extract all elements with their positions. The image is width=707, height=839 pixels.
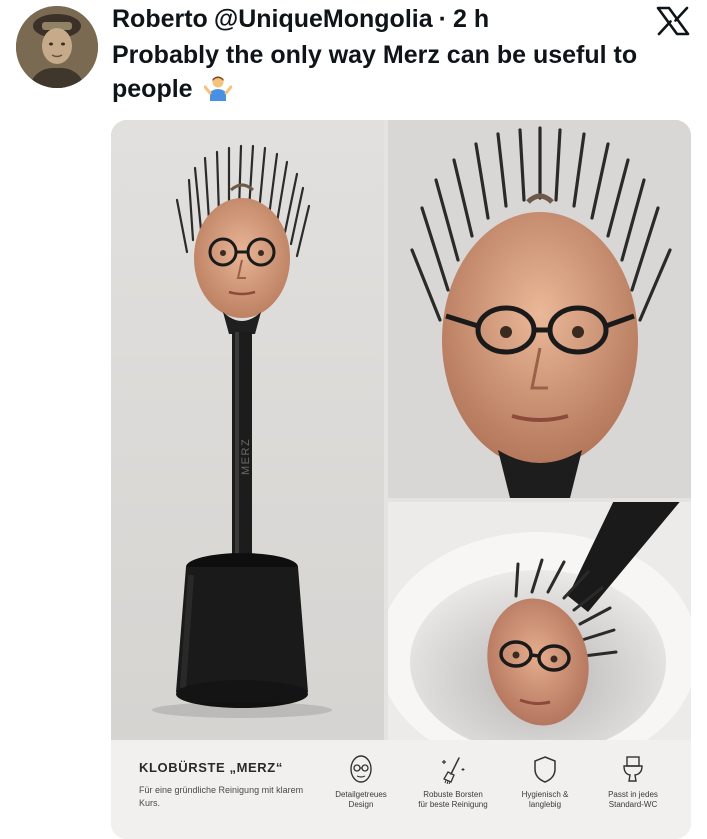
- tweet-text: Probably the only way Merz can be useful…: [112, 38, 702, 106]
- product-title: KLOBÜRSTE „MERZ“: [139, 760, 283, 775]
- timestamp[interactable]: 2 h: [453, 5, 489, 34]
- x-logo-icon[interactable]: [656, 6, 690, 36]
- feature-bristles: Robuste Borsten für beste Reinigung: [408, 754, 498, 810]
- feature-label-line2: Design: [348, 800, 374, 809]
- feature-hygiene: Hygienisch & langlebig: [500, 754, 590, 810]
- feature-label-line2: langlebig: [528, 800, 562, 809]
- person-shrugging-emoji-icon: [203, 75, 233, 101]
- feature-label-line1: Robuste Borsten: [423, 790, 483, 799]
- brush-head-closeup-photo: [388, 120, 691, 498]
- face-with-glasses-icon: [350, 755, 372, 783]
- feature-label-line1: Hygienisch &: [521, 790, 569, 799]
- tweet-body: Probably the only way Merz can be useful…: [112, 41, 638, 103]
- feature-label-line1: Detailgetreues: [335, 790, 387, 799]
- shield-icon: [534, 756, 556, 783]
- avatar-portrait: [16, 6, 98, 88]
- feature-label-line1: Passt in jedes: [608, 790, 658, 799]
- separator-dot: ·: [438, 4, 447, 33]
- avatar[interactable]: [16, 6, 98, 88]
- toilet-icon: [623, 756, 643, 782]
- feature-label-line2: für beste Reinigung: [418, 800, 488, 809]
- tweet-media-image[interactable]: MERZ KLOBÜRSTE „MERZ“ Für eine gründlich…: [111, 120, 691, 839]
- display-name[interactable]: Roberto: [112, 5, 208, 34]
- product-info-bar: KLOBÜRSTE „MERZ“ Für eine gründliche Rei…: [111, 740, 691, 839]
- product-description: Für eine gründliche Reinigung mit klarem…: [139, 785, 304, 808]
- brush-full-photo: MERZ: [111, 120, 384, 740]
- feature-design: Detailgetreues Design: [316, 754, 406, 810]
- user-handle[interactable]: @UniqueMongolia: [214, 5, 433, 34]
- feature-label-line2: Standard-WC: [608, 800, 658, 809]
- sparkle-brush-icon: [442, 757, 465, 784]
- brush-in-toilet-photo: [388, 502, 691, 740]
- handle-engraving: MERZ: [240, 438, 252, 475]
- feature-fit: Passt in jedes Standard-WC: [588, 754, 678, 810]
- tweet-header: Roberto @UniqueMongolia · 2 h: [112, 4, 489, 34]
